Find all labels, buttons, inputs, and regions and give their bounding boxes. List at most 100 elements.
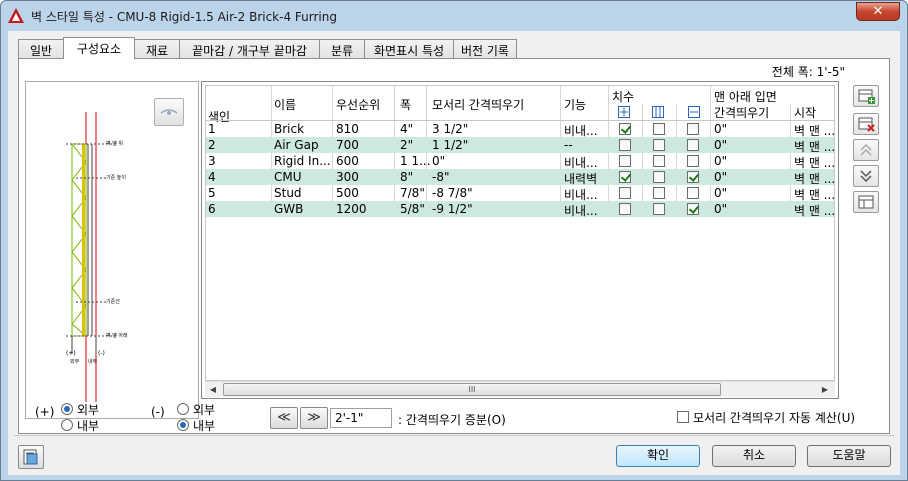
cell-offset[interactable]: 0" bbox=[714, 202, 727, 216]
plus-inside-label[interactable]: 내부 bbox=[77, 417, 99, 434]
cell-width[interactable]: 7/8" bbox=[400, 186, 425, 200]
cell-name[interactable]: Brick bbox=[274, 122, 304, 136]
cell-name[interactable]: GWB bbox=[274, 202, 303, 216]
dimension-checkbox[interactable] bbox=[653, 203, 665, 215]
table-row[interactable]: 1 Brick 810 4" 3 1/2" 비내... 0" 벽 맨 ... bbox=[206, 121, 835, 138]
cell-edge-offset[interactable]: -9 1/2" bbox=[432, 202, 473, 216]
minus-inside-label[interactable]: 내부 bbox=[193, 417, 215, 434]
next-offset-button[interactable]: ≫ bbox=[300, 407, 328, 429]
scroll-left-arrow[interactable]: ◀ bbox=[207, 384, 219, 396]
style-browser-button[interactable] bbox=[18, 445, 44, 469]
cell-offset[interactable]: 0" bbox=[714, 138, 727, 152]
cell-priority[interactable]: 1200 bbox=[336, 202, 367, 216]
tab-endcaps[interactable]: 끝마감 / 개구부 끝마감 bbox=[179, 39, 320, 58]
dimension-checkbox[interactable] bbox=[687, 139, 699, 151]
cell-name[interactable]: Rigid In... bbox=[274, 154, 331, 168]
cell-priority[interactable]: 700 bbox=[336, 138, 359, 152]
ok-button[interactable]: 확인 bbox=[616, 445, 700, 467]
minus-inside-radio[interactable] bbox=[177, 419, 189, 431]
cell-edge-offset[interactable]: 0" bbox=[432, 154, 445, 168]
preview-viewer-button[interactable] bbox=[154, 98, 184, 126]
cell-function[interactable]: 비내... bbox=[564, 202, 598, 219]
cell-index[interactable]: 1 bbox=[208, 122, 216, 136]
cell-name[interactable]: Air Gap bbox=[274, 138, 319, 152]
help-button[interactable]: 도움말 bbox=[807, 445, 891, 467]
tab-classification[interactable]: 분류 bbox=[319, 39, 365, 58]
cell-name[interactable]: CMU bbox=[274, 170, 302, 184]
cancel-button[interactable]: 취소 bbox=[712, 445, 796, 467]
dimension-checkbox[interactable] bbox=[653, 187, 665, 199]
cell-name[interactable]: Stud bbox=[274, 186, 302, 200]
dimension-checkbox[interactable] bbox=[653, 171, 665, 183]
table-row[interactable]: 3 Rigid In... 600 1 1... 0" 비내... 0" 벽 맨 ... bbox=[206, 153, 835, 170]
dimension-checkbox[interactable] bbox=[619, 123, 631, 135]
cell-priority[interactable]: 300 bbox=[336, 170, 359, 184]
auto-calc-checkbox[interactable] bbox=[677, 411, 689, 423]
cell-offset[interactable]: 0" bbox=[714, 170, 727, 184]
dimension-checkbox[interactable] bbox=[687, 187, 699, 199]
previous-offset-button[interactable]: ≪ bbox=[270, 407, 298, 429]
scroll-thumb[interactable]: III bbox=[223, 383, 721, 396]
dimension-checkbox[interactable] bbox=[687, 123, 699, 135]
add-component-button[interactable] bbox=[853, 85, 879, 107]
header-from[interactable]: 시작 bbox=[794, 104, 816, 121]
tab-components[interactable]: 구성요소 bbox=[63, 37, 135, 59]
cell-edge-offset[interactable]: -8" bbox=[432, 170, 449, 184]
cell-offset[interactable]: 0" bbox=[714, 122, 727, 136]
cell-index[interactable]: 2 bbox=[208, 138, 216, 152]
dimension-checkbox[interactable] bbox=[653, 123, 665, 135]
cell-index[interactable]: 6 bbox=[208, 202, 216, 216]
header-edge-offset[interactable]: 모서리 간격띄우기 bbox=[432, 96, 524, 113]
cell-index[interactable]: 5 bbox=[208, 186, 216, 200]
cell-edge-offset[interactable]: 3 1/2" bbox=[432, 122, 468, 136]
tab-version-history[interactable]: 버전 기록 bbox=[453, 39, 517, 58]
dimension-checkbox[interactable] bbox=[687, 171, 699, 183]
move-up-button[interactable] bbox=[853, 139, 879, 161]
plus-outside-label[interactable]: 외부 bbox=[77, 401, 99, 418]
offset-increment-input[interactable]: 2'-1" bbox=[330, 408, 392, 428]
cell-width[interactable]: 8" bbox=[400, 170, 413, 184]
cell-offset[interactable]: 0" bbox=[714, 186, 727, 200]
cell-width[interactable]: 2" bbox=[400, 138, 413, 152]
cell-edge-offset[interactable]: 1 1/2" bbox=[432, 138, 468, 152]
cell-index[interactable]: 4 bbox=[208, 170, 216, 184]
dimension-checkbox[interactable] bbox=[619, 187, 631, 199]
close-button[interactable]: ✕ bbox=[856, 2, 900, 21]
plus-inside-radio[interactable] bbox=[61, 419, 73, 431]
delete-component-button[interactable] bbox=[853, 113, 879, 135]
cell-width[interactable]: 4" bbox=[400, 122, 413, 136]
minus-outside-label[interactable]: 외부 bbox=[193, 401, 215, 418]
dimension-checkbox[interactable] bbox=[619, 155, 631, 167]
cell-function[interactable]: -- bbox=[564, 138, 573, 152]
plus-outside-radio[interactable] bbox=[61, 403, 73, 415]
auto-calc-label[interactable]: 모서리 간격띄우기 자동 계산(U) bbox=[693, 409, 855, 426]
header-name[interactable]: 이름 bbox=[274, 96, 296, 113]
dimension-checkbox[interactable] bbox=[687, 155, 699, 167]
cell-priority[interactable]: 500 bbox=[336, 186, 359, 200]
tab-display-props[interactable]: 화면표시 특성 bbox=[364, 39, 454, 58]
minus-outside-radio[interactable] bbox=[177, 403, 189, 415]
cell-priority[interactable]: 600 bbox=[336, 154, 359, 168]
move-down-button[interactable] bbox=[853, 165, 879, 187]
dimension-checkbox[interactable] bbox=[653, 155, 665, 167]
table-row[interactable]: 6 GWB 1200 5/8" -9 1/2" 비내... 0" 벽 맨 ... bbox=[206, 201, 835, 219]
grid-horizontal-scrollbar[interactable]: ◀ III ▶ bbox=[205, 381, 835, 397]
scroll-right-arrow[interactable]: ▶ bbox=[819, 384, 831, 396]
header-width[interactable]: 폭 bbox=[400, 96, 411, 113]
dimension-checkbox[interactable] bbox=[619, 139, 631, 151]
style-manager-button[interactable] bbox=[853, 191, 879, 213]
cell-width[interactable]: 5/8" bbox=[400, 202, 425, 216]
dimension-checkbox[interactable] bbox=[653, 139, 665, 151]
header-function[interactable]: 기능 bbox=[564, 96, 586, 113]
table-row[interactable]: 2 Air Gap 700 2" 1 1/2" -- 0" 벽 맨 ... bbox=[206, 137, 835, 154]
cell-edge-offset[interactable]: -8 7/8" bbox=[432, 186, 473, 200]
table-row[interactable]: 5 Stud 500 7/8" -8 7/8" 비내... 0" 벽 맨 ... bbox=[206, 185, 835, 202]
cell-from[interactable]: 벽 맨 ... bbox=[794, 202, 835, 219]
table-row[interactable]: 4 CMU 300 8" -8" 내력벽 0" 벽 맨 ... bbox=[206, 169, 835, 186]
cell-offset[interactable]: 0" bbox=[714, 154, 727, 168]
dimension-checkbox[interactable] bbox=[687, 203, 699, 215]
header-offset[interactable]: 간격띄우기 bbox=[714, 104, 769, 121]
dimension-checkbox[interactable] bbox=[619, 203, 631, 215]
header-priority[interactable]: 우선순위 bbox=[336, 96, 380, 113]
title-bar[interactable]: 벽 스타일 특성 - CMU-8 Rigid-1.5 Air-2 Brick-4… bbox=[1, 1, 907, 31]
